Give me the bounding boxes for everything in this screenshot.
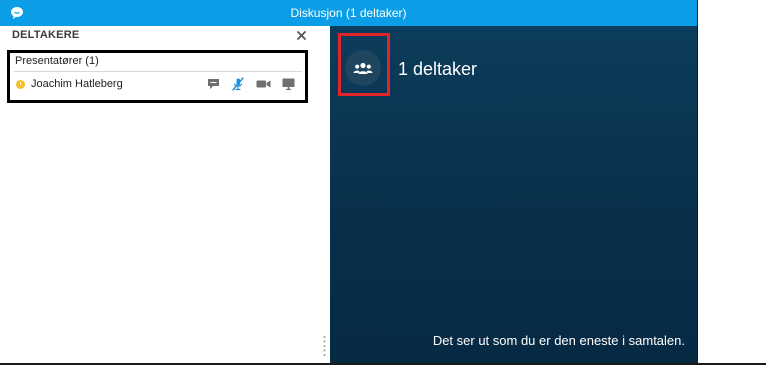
participant-highlight-box <box>7 50 308 103</box>
meeting-window: Diskusjon (1 deltaker) DELTAKERE Present… <box>0 0 697 363</box>
title-bar: Diskusjon (1 deltaker) <box>0 0 697 26</box>
participant-count-label: 1 deltaker <box>398 59 478 79</box>
window-title: Diskusjon (1 deltaker) <box>290 6 407 20</box>
alone-message: Det ser ut som du er den eneste i samtal… <box>432 333 685 348</box>
people-button-highlight-box <box>338 33 390 96</box>
close-icon <box>296 30 306 40</box>
frame-right-border <box>697 0 698 365</box>
participants-title: DELTAKERE <box>12 29 80 41</box>
skype-logo-icon <box>11 7 23 19</box>
splitter-grip-icon[interactable] <box>323 335 326 357</box>
participants-header: DELTAKERE <box>12 26 308 44</box>
close-panel-button[interactable] <box>294 28 308 42</box>
